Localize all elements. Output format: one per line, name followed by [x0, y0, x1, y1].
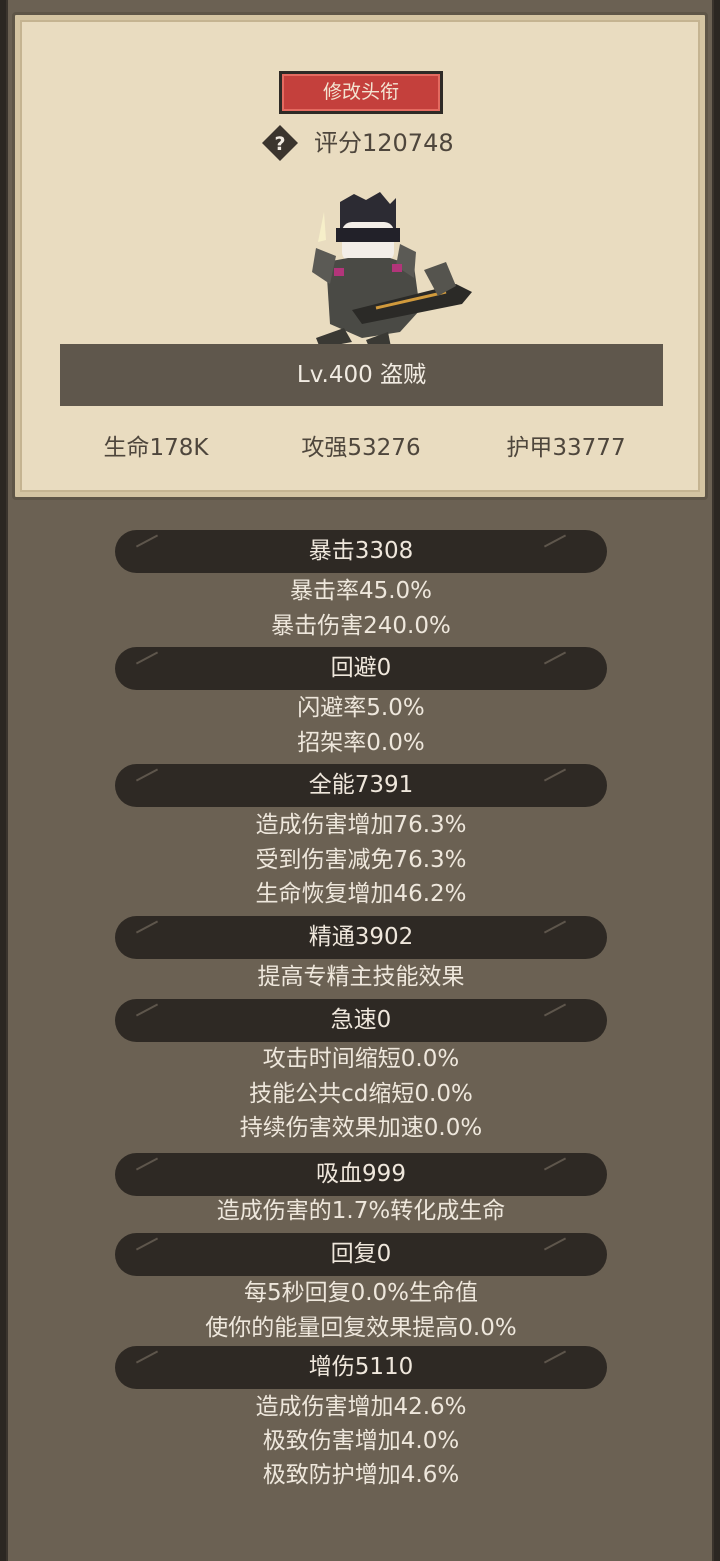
stat-detail: 招架率0.0% [297, 730, 425, 756]
hp-stat: 生命178K [103, 435, 209, 461]
stat-detail: 攻击时间缩短0.0% [262, 1046, 460, 1072]
stat-detail: 暴击伤害240.0% [271, 613, 451, 639]
stat-detail: 使你的能量回复效果提高0.0% [205, 1315, 517, 1341]
stat-detail: 极致伤害增加4.0% [262, 1428, 460, 1454]
stat-detail: 闪避率5.0% [297, 695, 425, 721]
section-header-label: 急速0 [330, 1007, 392, 1033]
section-header-label: 吸血999 [316, 1161, 406, 1187]
section-header-regen: 回复0 [115, 1233, 607, 1276]
armor-stat: 护甲33777 [506, 435, 626, 461]
edit-title-button[interactable]: 修改头衔 [279, 71, 443, 114]
section-header-versatility: 全能7391 [115, 764, 607, 807]
svg-text:?: ? [274, 133, 285, 155]
section-header-label: 回复0 [330, 1241, 392, 1267]
section-header-crit: 暴击3308 [115, 530, 607, 573]
section-header-haste: 急速0 [115, 999, 607, 1042]
stat-detail: 造成伤害增加76.3% [255, 812, 467, 838]
level-class-banner: Lv.400 盗贼 [60, 344, 663, 406]
stat-detail: 生命恢复增加46.2% [255, 881, 467, 907]
section-header-avoidance: 回避0 [115, 647, 607, 690]
score-text: 评分120748 [314, 129, 454, 157]
character-portrait [312, 192, 472, 354]
stat-detail: 受到伤害减免76.3% [255, 847, 467, 873]
stat-detail: 极致防护增加4.6% [262, 1462, 460, 1488]
section-header-label: 回避0 [330, 655, 392, 681]
attack-stat: 攻强53276 [301, 435, 421, 461]
section-header-label: 精通3902 [308, 924, 414, 950]
section-header-mastery: 精通3902 [115, 916, 607, 959]
stat-detail: 技能公共cd缩短0.0% [249, 1081, 473, 1107]
stat-detail: 造成伤害增加42.6% [255, 1394, 467, 1420]
section-header-label: 暴击3308 [308, 538, 414, 564]
section-header-damage-bonus: 增伤5110 [115, 1346, 607, 1389]
stat-detail: 提高专精主技能效果 [257, 964, 465, 990]
stat-detail: 造成伤害的1.7%转化成生命 [216, 1198, 506, 1224]
section-header-lifesteal: 吸血999 [115, 1153, 607, 1196]
help-icon[interactable]: ? [261, 124, 299, 162]
stat-detail: 持续伤害效果加速0.0% [239, 1115, 483, 1141]
stat-detail: 每5秒回复0.0%生命值 [243, 1280, 479, 1306]
section-header-label: 全能7391 [308, 772, 414, 798]
section-header-label: 增伤5110 [308, 1354, 414, 1380]
stat-detail: 暴击率45.0% [289, 578, 433, 604]
